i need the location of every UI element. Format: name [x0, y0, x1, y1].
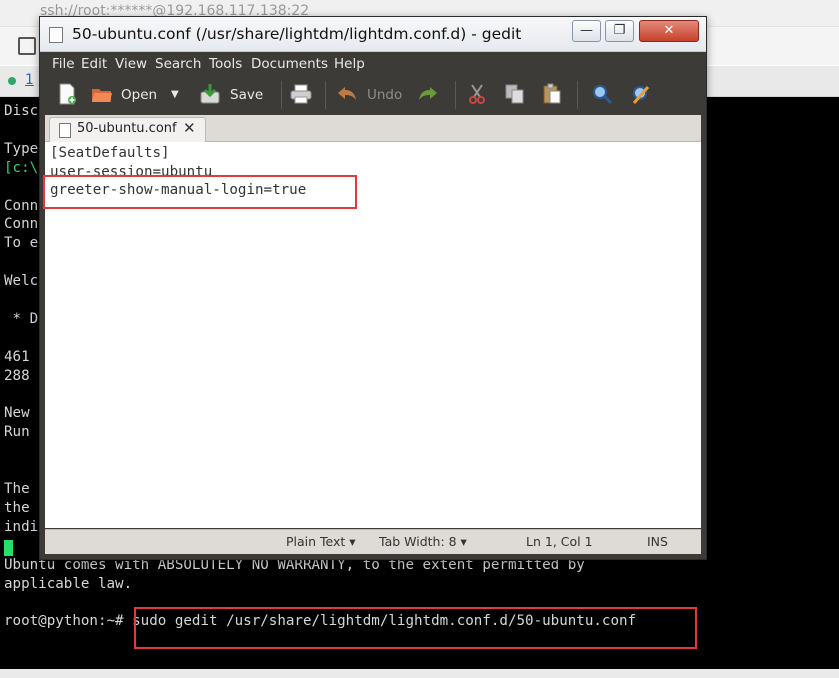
menu-file[interactable]: File: [52, 56, 75, 72]
menu-search[interactable]: Search: [155, 56, 201, 72]
new-document-icon: [59, 83, 76, 105]
copy-icon: [505, 84, 524, 104]
document-tabbar: 50-ubuntu.conf ✕: [45, 115, 701, 142]
open-recent-dropdown-icon[interactable]: ▼: [171, 89, 179, 100]
find-replace-icon: [632, 86, 650, 104]
undo-label: Undo: [367, 87, 403, 103]
terminal-line: Run: [4, 424, 30, 441]
toolbar-separator: [325, 81, 326, 109]
close-button[interactable]: ✕: [639, 20, 699, 42]
print-icon: [290, 84, 312, 104]
terminal-line: Type: [4, 140, 39, 157]
cursor-position: Ln 1, Col 1: [526, 534, 593, 549]
open-label: Open: [121, 87, 158, 103]
new-button[interactable]: [56, 83, 80, 107]
terminal-line: applicable law.: [4, 575, 133, 592]
folder-open-icon: [92, 89, 112, 102]
paste-button[interactable]: [541, 83, 565, 107]
print-button[interactable]: [290, 83, 314, 107]
setting-highlight-box: [43, 175, 357, 209]
terminal-line: Welc: [4, 273, 39, 290]
toolbar-separator: [455, 81, 456, 109]
session-tab-1[interactable]: 1: [25, 72, 34, 88]
undo-icon: [338, 87, 356, 100]
copy-button[interactable]: [504, 83, 528, 107]
terminal-line: Conn: [4, 216, 39, 233]
menu-documents[interactable]: Documents: [251, 56, 328, 72]
open-button[interactable]: Open ▼: [91, 83, 186, 107]
terminal-line: Conn: [4, 197, 39, 214]
menu-help[interactable]: Help: [334, 56, 365, 72]
maximize-button[interactable]: ❐: [605, 20, 634, 42]
toolbar-separator: [281, 81, 282, 109]
terminal-line: indi: [4, 518, 39, 535]
minimize-button[interactable]: —: [572, 20, 601, 42]
save-button[interactable]: Save: [199, 83, 269, 107]
undo-button[interactable]: Undo: [336, 83, 408, 107]
paste-icon: [543, 83, 561, 104]
toolbar-separator: [577, 81, 578, 109]
terminal-line: 288: [4, 367, 30, 384]
insert-mode: INS: [647, 534, 668, 549]
find-button[interactable]: [591, 83, 615, 107]
terminal-line: * D: [4, 310, 39, 327]
terminal-cursor: [4, 540, 13, 556]
terminal-line: [c:\: [4, 159, 39, 176]
gedit-window: 50-ubuntu.conf (/usr/share/lightdm/light…: [39, 16, 707, 560]
text-file-icon: [59, 123, 71, 138]
connected-status-icon: [8, 77, 16, 85]
tab-close-icon[interactable]: ✕: [183, 119, 196, 137]
command-highlight-box: [134, 607, 697, 649]
terminal-line: the: [4, 499, 30, 516]
cut-button[interactable]: [466, 83, 490, 107]
menu-tools[interactable]: Tools: [209, 56, 242, 72]
terminal-line: To e: [4, 235, 39, 252]
language-selector[interactable]: Plain Text ▾: [286, 534, 356, 549]
save-icon: [200, 84, 220, 104]
menu-bar: File Edit View Search Tools Documents He…: [45, 53, 701, 75]
status-bar: Plain Text ▾ Tab Width: 8 ▾ Ln 1, Col 1 …: [45, 529, 701, 554]
menu-view[interactable]: View: [115, 56, 147, 72]
save-label: Save: [230, 87, 264, 103]
terminal-line: New: [4, 405, 30, 422]
reconnect-icon[interactable]: [18, 37, 36, 55]
editor-line: [SeatDefaults]: [50, 145, 170, 161]
document-tab[interactable]: 50-ubuntu.conf ✕: [49, 117, 206, 142]
terminal-line: 461: [4, 348, 30, 365]
terminal-status-strip: [0, 669, 839, 678]
search-icon: [593, 85, 613, 105]
redo-icon: [419, 87, 437, 100]
find-replace-button[interactable]: [630, 83, 654, 107]
terminal-line: Disc: [4, 103, 39, 119]
tab-width-selector[interactable]: Tab Width: 8 ▾: [379, 534, 467, 549]
toolbar: Open ▼ Save Undo: [45, 75, 701, 115]
document-icon: [49, 27, 63, 43]
cut-icon: [469, 84, 485, 104]
gedit-title-bar[interactable]: 50-ubuntu.conf (/usr/share/lightdm/light…: [40, 17, 706, 52]
terminal-line: The: [4, 481, 30, 497]
document-tab-label: 50-ubuntu.conf: [77, 121, 177, 136]
window-title: 50-ubuntu.conf (/usr/share/lightdm/light…: [72, 25, 522, 43]
redo-button[interactable]: [417, 83, 441, 107]
menu-edit[interactable]: Edit: [81, 56, 107, 72]
